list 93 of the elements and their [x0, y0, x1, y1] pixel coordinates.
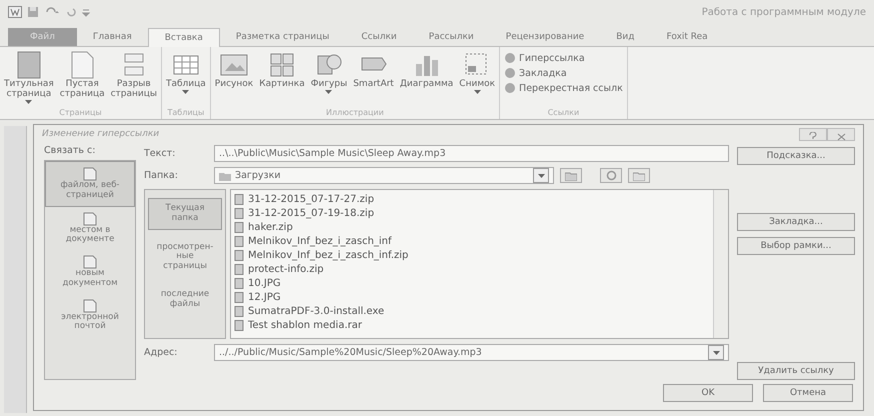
group-title: Ссылки [546, 108, 580, 119]
remove-link-button[interactable]: Удалить ссылку [737, 362, 855, 380]
ribbon-button[interactable]: Перекрестная ссылк [504, 82, 623, 94]
circle-icon [606, 170, 616, 181]
ribbon-button[interactable]: SmartArt [353, 50, 394, 108]
document-icon [82, 167, 98, 181]
ribbon-button[interactable]: Закладка [504, 67, 623, 79]
ribbon-tab[interactable]: Главная [76, 28, 148, 46]
target-frame-button[interactable]: Выбор рамки... [737, 237, 855, 255]
save-icon[interactable] [27, 6, 39, 18]
redo-icon[interactable] [65, 6, 77, 18]
link-to-label: Связать с: [44, 145, 96, 156]
bookmark-button[interactable]: Закладка... [737, 213, 855, 231]
link-type-item[interactable]: местом в документе [45, 206, 135, 250]
file-item[interactable]: 31-12-2015_07-19-18.zip [234, 206, 710, 220]
caret-icon [474, 90, 481, 94]
folder-icon [219, 170, 231, 180]
file-item[interactable]: haker.zip [234, 220, 710, 234]
folder-label: Папка: [144, 170, 179, 181]
close-icon [836, 132, 846, 140]
file-icon [234, 222, 244, 232]
link-type-item[interactable]: новым документом [45, 250, 135, 294]
browse-tab[interactable]: Текущая папка [148, 198, 222, 230]
close-button[interactable] [827, 128, 855, 140]
ribbon-button[interactable]: Титульная страница [4, 50, 54, 108]
customize-menu-icon[interactable] [82, 7, 90, 17]
web-search-button[interactable] [600, 168, 622, 183]
group-title: Таблицы [166, 108, 206, 119]
file-icon [234, 194, 244, 204]
dialog-title: Изменение гиперссылки [42, 129, 160, 139]
text-field[interactable]: ..\..\Public\Music\Sample Music\Sleep Away.mp3 [214, 145, 729, 162]
file-item[interactable]: 10.JPG [234, 276, 710, 290]
open-folder-button[interactable] [628, 168, 650, 183]
ribbon-tab[interactable]: Разметка страницы [220, 28, 346, 46]
help-icon [809, 132, 817, 140]
folder-icon [633, 170, 645, 180]
file-icon [234, 306, 244, 316]
up-folder-button[interactable] [560, 168, 582, 183]
file-icon [234, 278, 244, 288]
folder-icon [565, 170, 577, 180]
cancel-button[interactable]: Отмена [763, 384, 853, 402]
ribbon-button[interactable]: Гиперссылка [504, 52, 623, 64]
ribbon-button[interactable]: Диаграмма [400, 50, 454, 108]
caret-icon [712, 350, 720, 354]
scrollbar[interactable] [713, 190, 728, 338]
caret-icon [182, 90, 190, 94]
file-item[interactable]: SumatraPDF-3.0-install.exe [234, 304, 710, 318]
ribbon-tab[interactable]: Ссылки [345, 28, 413, 46]
group-title: Иллюстрации [325, 108, 385, 119]
file-icon [234, 250, 244, 260]
help-button[interactable] [799, 128, 827, 140]
document-icon [82, 255, 98, 270]
file-item[interactable]: protect-info.zip [234, 262, 710, 276]
caret-icon [325, 90, 332, 94]
ribbon-tab[interactable]: Рассылки [412, 28, 490, 46]
file-item[interactable]: Melnikov_Inf_bez_i_zasch_inf [234, 234, 710, 248]
file-item[interactable]: Test shablon media.rar [234, 318, 710, 332]
ribbon-button[interactable]: Рисунок [214, 50, 254, 108]
file-item[interactable]: 31-12-2015_07-17-27.zip [234, 192, 710, 206]
screentip-button[interactable]: Подсказка... [737, 147, 855, 165]
ribbon-tab[interactable]: Вид [600, 28, 650, 46]
group-title: Страницы [58, 108, 103, 119]
caret-icon [25, 100, 32, 104]
address-label: Адрес: [144, 347, 178, 358]
text-label: Текст: [144, 148, 176, 159]
file-icon [234, 264, 244, 274]
ribbon-button[interactable]: Снимок [459, 50, 496, 108]
context-title: Работа с программным модуле [702, 6, 866, 18]
address-field[interactable]: ../../Public/Music/Sample%20Music/Sleep%20Away.mp3 [214, 344, 729, 361]
folder-dropdown[interactable]: Загрузки [214, 167, 554, 184]
file-icon [234, 236, 244, 246]
document-icon [82, 212, 98, 226]
ribbon-tab[interactable]: Вставка [148, 28, 220, 47]
file-icon [234, 320, 244, 330]
caret-icon [538, 174, 544, 178]
file-icon [234, 208, 244, 218]
browse-tab[interactable]: просмотрен- ные страницы [145, 238, 225, 277]
ribbon-button[interactable]: Таблица [166, 50, 206, 108]
browse-tab[interactable]: последние файлы [145, 284, 225, 314]
file-item[interactable]: Melnikov_Inf_bez_i_zasch_inf.zip [234, 248, 710, 262]
ok-button[interactable]: OK [663, 384, 753, 402]
ribbon-tab[interactable]: Рецензирование [490, 28, 600, 46]
link-type-item[interactable]: файлом, веб- страницей [45, 161, 135, 207]
document-icon [82, 298, 98, 313]
file-icon [234, 292, 244, 302]
ribbon-tab[interactable]: Foxit Rea [650, 28, 724, 46]
link-type-item[interactable]: электронной почтой [45, 294, 135, 338]
ribbon-button[interactable]: Разрыв страницы [110, 50, 157, 108]
word-logo-icon[interactable] [8, 6, 22, 18]
file-item[interactable]: 12.JPG [234, 290, 710, 304]
ribbon-button[interactable]: Картинка [259, 50, 305, 108]
ribbon-button[interactable]: Пустая страница [60, 50, 105, 108]
ribbon-button[interactable]: Фигуры [310, 50, 348, 108]
